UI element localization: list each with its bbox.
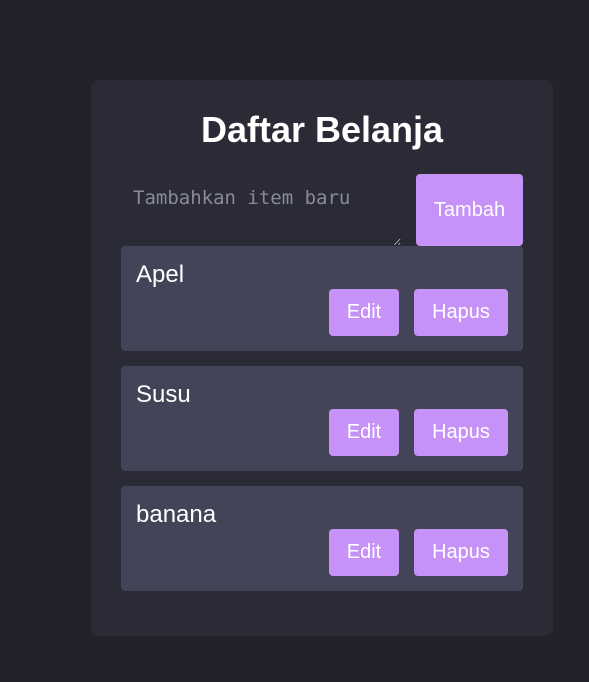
delete-button[interactable]: Hapus	[414, 529, 508, 576]
new-item-input[interactable]	[121, 174, 401, 246]
edit-button[interactable]: Edit	[329, 529, 399, 576]
shopping-list: Apel Edit Hapus Susu Edit Hapus banana E…	[121, 246, 523, 606]
item-label: Susu	[136, 381, 191, 408]
shopping-list-card: Daftar Belanja Tambah Apel Edit Hapus Su…	[91, 80, 553, 636]
list-item: banana Edit Hapus	[121, 486, 523, 591]
delete-button[interactable]: Hapus	[414, 409, 508, 456]
page-title: Daftar Belanja	[200, 109, 444, 150]
item-label: Apel	[136, 261, 185, 288]
item-label: banana	[136, 501, 217, 528]
edit-button[interactable]: Edit	[329, 289, 399, 336]
list-item: Susu Edit Hapus	[121, 366, 523, 471]
add-item-button[interactable]: Tambah	[416, 174, 523, 246]
add-item-form: Tambah	[121, 174, 523, 246]
delete-button[interactable]: Hapus	[414, 289, 508, 336]
edit-button[interactable]: Edit	[329, 409, 399, 456]
list-item: Apel Edit Hapus	[121, 246, 523, 351]
